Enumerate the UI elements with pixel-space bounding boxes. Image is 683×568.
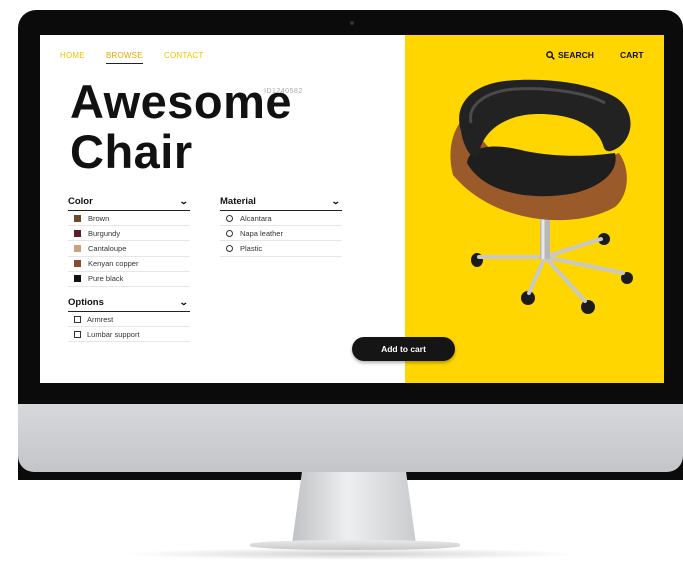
material-option-label: Plastic <box>240 243 263 253</box>
checkbox-icon[interactable] <box>74 315 81 323</box>
swatch-icon <box>74 244 81 252</box>
swatch-icon <box>74 275 81 283</box>
color-option-burgundy[interactable]: Burgundy <box>68 226 190 242</box>
option-armrest[interactable]: Armrest <box>68 312 190 328</box>
chair-image[interactable] <box>405 35 664 383</box>
material-heading: Material <box>220 195 256 207</box>
chevron-down-icon[interactable]: ⌄ <box>331 196 341 207</box>
options-heading: Options <box>68 296 104 308</box>
camera-dot <box>350 21 354 25</box>
material-selector: Material ⌄ Alcantara Napa leather Plasti… <box>220 195 342 257</box>
chevron-down-icon[interactable]: ⌄ <box>179 196 189 207</box>
add-to-cart-button[interactable]: Add to cart <box>352 337 455 361</box>
color-heading: Color <box>68 195 93 207</box>
color-option-brown[interactable]: Brown <box>68 211 190 227</box>
color-option-label: Cantaloupe <box>88 243 127 253</box>
color-option-label: Burgundy <box>88 228 121 238</box>
options-header[interactable]: Options ⌄ <box>68 296 190 312</box>
screen-bezel-bottom <box>40 383 664 403</box>
nav-home[interactable]: HOME <box>60 51 85 60</box>
material-option-plastic[interactable]: Plastic <box>220 241 342 257</box>
color-option-cantaloupe[interactable]: Cantaloupe <box>68 241 190 257</box>
title-line-1: Awesome <box>70 75 293 128</box>
page-title: Awesome Chair <box>70 77 292 177</box>
option-label: Lumbar support <box>87 329 140 339</box>
options-selector: Options ⌄ Armrest Lumbar support <box>68 296 190 343</box>
material-option-label: Napa leather <box>240 228 283 238</box>
material-header[interactable]: Material ⌄ <box>220 195 342 211</box>
monitor-chin <box>18 404 683 472</box>
title-line-2: Chair <box>70 125 193 178</box>
material-option-label: Alcantara <box>240 213 272 223</box>
option-lumbar-support[interactable]: Lumbar support <box>68 327 190 343</box>
checkbox-icon[interactable] <box>74 330 81 338</box>
chevron-down-icon[interactable]: ⌄ <box>179 297 189 308</box>
product-id: ID1240582 <box>264 88 303 95</box>
color-selector: Color ⌄ Brown Burgundy Cantaloupe Kenyan… <box>68 195 190 287</box>
color-header[interactable]: Color ⌄ <box>68 195 190 211</box>
monitor-base <box>250 540 460 550</box>
radio-icon[interactable] <box>226 229 233 237</box>
radio-icon[interactable] <box>226 244 233 252</box>
nav-contact[interactable]: CONTACT <box>164 51 203 60</box>
color-option-label: Kenyan copper <box>88 259 139 269</box>
color-option-label: Pure black <box>88 274 124 284</box>
option-label: Armrest <box>87 314 114 324</box>
product-config-panel: HOME BROWSE CONTACT Awesome Chair ID1240… <box>40 35 405 383</box>
color-option-kenyan-copper[interactable]: Kenyan copper <box>68 257 190 272</box>
color-option-pure-black[interactable]: Pure black <box>68 272 190 287</box>
screen: HOME BROWSE CONTACT Awesome Chair ID1240… <box>40 35 664 383</box>
nav-browse[interactable]: BROWSE <box>106 51 143 64</box>
material-option-alcantara[interactable]: Alcantara <box>220 211 342 227</box>
color-list: Brown Burgundy Cantaloupe Kenyan copper … <box>68 211 190 287</box>
swatch-icon <box>74 229 81 237</box>
swatch-icon <box>74 260 81 268</box>
color-option-label: Brown <box>88 213 110 223</box>
monitor-stand <box>292 472 416 544</box>
material-option-napa-leather[interactable]: Napa leather <box>220 226 342 242</box>
radio-icon[interactable] <box>226 214 233 222</box>
swatch-icon <box>74 214 81 222</box>
product-preview-panel: SEARCH CART <box>405 35 664 383</box>
